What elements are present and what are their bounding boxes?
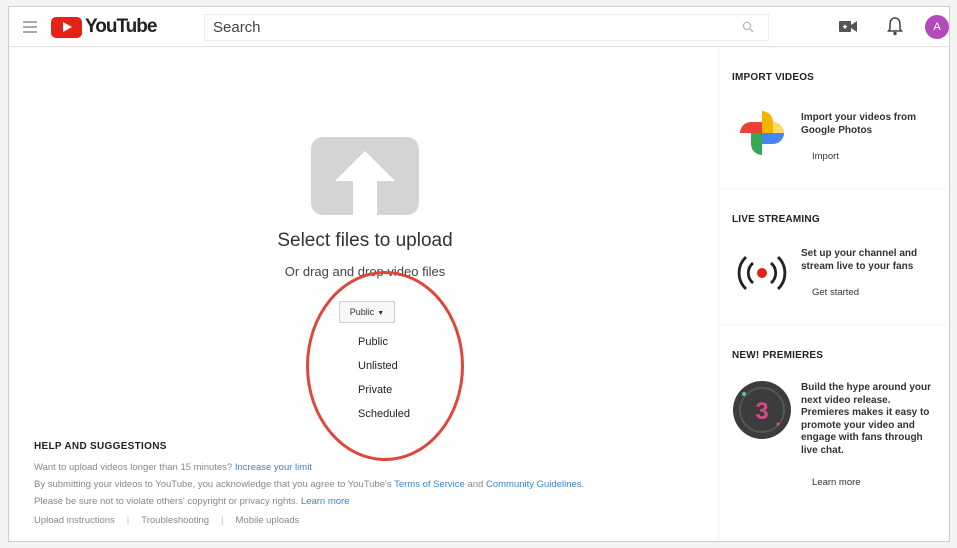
help-title: HELP AND SUGGESTIONS [34, 441, 167, 452]
help-line-text: Please be sure not to violate others' co… [34, 496, 301, 507]
notifications-bell-icon[interactable] [887, 16, 903, 36]
youtube-logo[interactable]: YouTube [51, 16, 157, 38]
terms-of-service-link[interactable]: Terms of Service [394, 479, 465, 490]
card-description: Build the hype around your next video re… [801, 382, 932, 456]
upload-title: Select files to upload [277, 230, 453, 251]
help-line-length: Want to upload videos longer than 15 min… [34, 462, 704, 473]
upload-arrow-icon[interactable] [311, 137, 419, 227]
divider: | [221, 515, 224, 526]
premieres-countdown-icon: 3 [733, 381, 791, 439]
privacy-dropdown[interactable]: Public ▼ [339, 301, 395, 323]
privacy-option-public[interactable]: Public [358, 336, 388, 348]
privacy-option-scheduled[interactable]: Scheduled [358, 408, 410, 420]
menu-icon[interactable] [23, 21, 37, 33]
card-description: Import your videos from Google Photos [801, 112, 917, 136]
privacy-option-unlisted[interactable]: Unlisted [358, 360, 398, 372]
account-avatar[interactable]: A [925, 15, 949, 39]
card-title: NEW! PREMIERES [732, 350, 824, 361]
countdown-number: 3 [755, 398, 768, 425]
privacy-menu: Public Unlisted Private Scheduled [334, 327, 434, 435]
logo-text: YouTube [85, 16, 157, 37]
help-links: Upload instructions | Troubleshooting | Mobi… [34, 515, 704, 526]
privacy-option-private[interactable]: Private [358, 384, 392, 396]
card-title: LIVE STREAMING [732, 214, 820, 225]
learn-more-link[interactable]: Learn more [301, 496, 350, 507]
premieres-card: NEW! PREMIERES 3 Build the hype around y… [720, 326, 948, 541]
top-bar: YouTube A [9, 7, 949, 47]
help-line-text: and [464, 479, 486, 490]
help-line-terms: By submitting your videos to YouTube, yo… [34, 479, 704, 490]
get-started-button[interactable]: Get started [812, 287, 859, 298]
help-line-text: By submitting your videos to YouTube, yo… [34, 479, 395, 490]
live-streaming-card: LIVE STREAMING Set up your channel and s… [720, 190, 948, 324]
browser-frame: YouTube A Select files to upload Or dr [8, 6, 950, 542]
mobile-uploads-link[interactable]: Mobile uploads [236, 515, 300, 526]
google-photos-icon [740, 111, 784, 155]
card-title: IMPORT VIDEOS [732, 72, 815, 83]
search-input[interactable] [205, 15, 685, 40]
card-description: Set up your channel and stream live to y… [801, 248, 918, 272]
help-section: HELP AND SUGGESTIONS Want to upload vide… [34, 441, 704, 526]
caret-down-icon: ▼ [377, 310, 385, 317]
create-video-icon[interactable] [839, 20, 857, 33]
drag-drop-hint: Or drag and drop video files [284, 264, 446, 279]
privacy-selected-value: Public [349, 307, 375, 317]
increase-limit-link[interactable]: Increase your limit [235, 462, 312, 473]
help-line-copyright: Please be sure not to violate others' co… [34, 496, 704, 507]
help-line-text: . [581, 479, 585, 490]
upload-panel: Select files to upload Or drag and drop … [9, 48, 717, 541]
upload-instructions-link[interactable]: Upload instructions [34, 515, 115, 526]
help-line-text: Want to upload videos longer than 15 min… [34, 462, 235, 473]
troubleshooting-link[interactable]: Troubleshooting [141, 515, 209, 526]
community-guidelines-link[interactable]: Community Guidelines [486, 479, 582, 490]
learn-more-button[interactable]: Learn more [812, 477, 861, 488]
search-bar [204, 14, 769, 41]
live-stream-icon [737, 255, 787, 291]
play-logo-icon [51, 16, 82, 38]
import-videos-card: IMPORT VIDEOS Import your videos from Go… [720, 48, 948, 188]
search-icon[interactable] [742, 21, 754, 33]
divider: | [126, 515, 130, 526]
import-button[interactable]: Import [812, 151, 839, 162]
